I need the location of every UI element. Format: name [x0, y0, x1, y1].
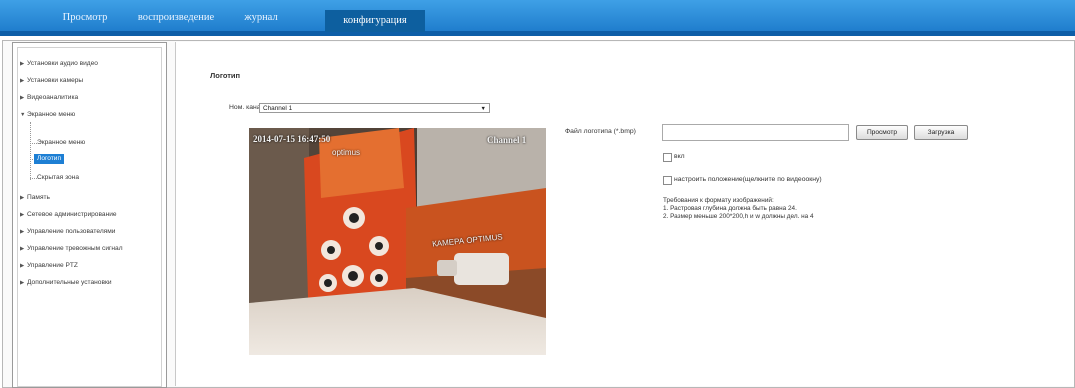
sidebar-item-analytics[interactable]: Видеоаналитика	[27, 93, 78, 103]
expand-arrow-icon[interactable]: ▶	[20, 193, 24, 203]
upload-button[interactable]: Загрузка	[914, 125, 968, 140]
expand-arrow-icon[interactable]: ▶	[20, 76, 24, 86]
expand-arrow-icon[interactable]: ▶	[20, 244, 24, 254]
channel-select[interactable]: Channel 1 ▼	[259, 103, 490, 113]
expand-arrow-icon[interactable]: ▶	[20, 93, 24, 103]
sidebar-item-advanced[interactable]: Дополнительные установки	[27, 278, 112, 288]
sidebar-item-audio-video[interactable]: Установки аудио видео	[27, 59, 98, 69]
tree-connector	[30, 178, 37, 179]
sidebar-subitem-osd[interactable]: Экранное меню	[37, 138, 85, 148]
expand-arrow-icon[interactable]: ▶	[20, 278, 24, 288]
enable-checkbox-label: вкл	[674, 153, 685, 160]
osd-timestamp: 2014-07-15 16:47:50	[253, 134, 331, 144]
collapse-arrow-icon[interactable]: ▼	[20, 110, 25, 120]
position-checkbox[interactable]	[663, 176, 672, 185]
dropdown-arrow-icon: ▼	[480, 106, 486, 112]
sidebar-item-network[interactable]: Сетевое администрирование	[27, 210, 117, 220]
position-checkbox-label: настроить положение(щелкните по видеоокн…	[674, 176, 822, 183]
tab-configuration[interactable]: конфигурация	[325, 10, 425, 32]
sidebar-subitem-privacy-zone[interactable]: Скрытая зона	[37, 173, 79, 183]
channel-select-value: Channel 1	[263, 105, 293, 112]
expand-arrow-icon[interactable]: ▶	[20, 210, 24, 220]
tree-connector	[30, 143, 37, 144]
tab-preview[interactable]: Просмотр	[46, 9, 124, 26]
page-title: Логотип	[210, 71, 241, 80]
sidebar-item-users[interactable]: Управление пользователями	[27, 227, 115, 237]
tree-connector	[30, 122, 31, 180]
expand-arrow-icon[interactable]: ▶	[20, 59, 24, 69]
tab-playback[interactable]: воспроизведение	[126, 9, 226, 26]
sidebar-item-camera[interactable]: Установки камеры	[27, 76, 83, 86]
sidebar-item-alarm[interactable]: Управление тревожным сигнал	[27, 244, 123, 254]
format-requirements: Требования к формату изображений: 1. Рас…	[663, 197, 814, 221]
top-nav-edge	[0, 31, 1075, 36]
logo-file-input[interactable]	[662, 124, 849, 141]
sidebar-subitem-logo[interactable]: Логотип	[34, 154, 65, 164]
sidebar-item-storage[interactable]: Память	[27, 193, 50, 203]
video-preview[interactable]: 2014-07-15 16:47:50 Channel 1 optimus КА…	[249, 128, 546, 355]
top-nav-bar: Просмотр воспроизведение журнал конфигур…	[0, 0, 1075, 36]
requirements-heading: Требования к формату изображений:	[663, 197, 774, 204]
poster-brand-text: optimus	[332, 148, 361, 157]
browse-button[interactable]: Просмотр	[856, 125, 908, 140]
video-frame-image	[249, 128, 546, 355]
osd-channel-name: Channel 1	[487, 135, 527, 145]
enable-checkbox[interactable]	[663, 153, 672, 162]
expand-arrow-icon[interactable]: ▶	[20, 261, 24, 271]
sidebar-item-osd[interactable]: Экранное меню	[27, 110, 75, 120]
requirements-line-1: 1. Растровая глубина должна быть равна 2…	[663, 205, 797, 212]
tab-log[interactable]: журнал	[238, 9, 284, 26]
sidebar-item-ptz[interactable]: Управление PTZ	[27, 261, 78, 271]
requirements-line-2: 2. Размер меньше 200*200,h и w должны де…	[663, 213, 814, 220]
expand-arrow-icon[interactable]: ▶	[20, 227, 24, 237]
logo-file-label: Файл логотипа (*.bmp)	[565, 128, 636, 135]
